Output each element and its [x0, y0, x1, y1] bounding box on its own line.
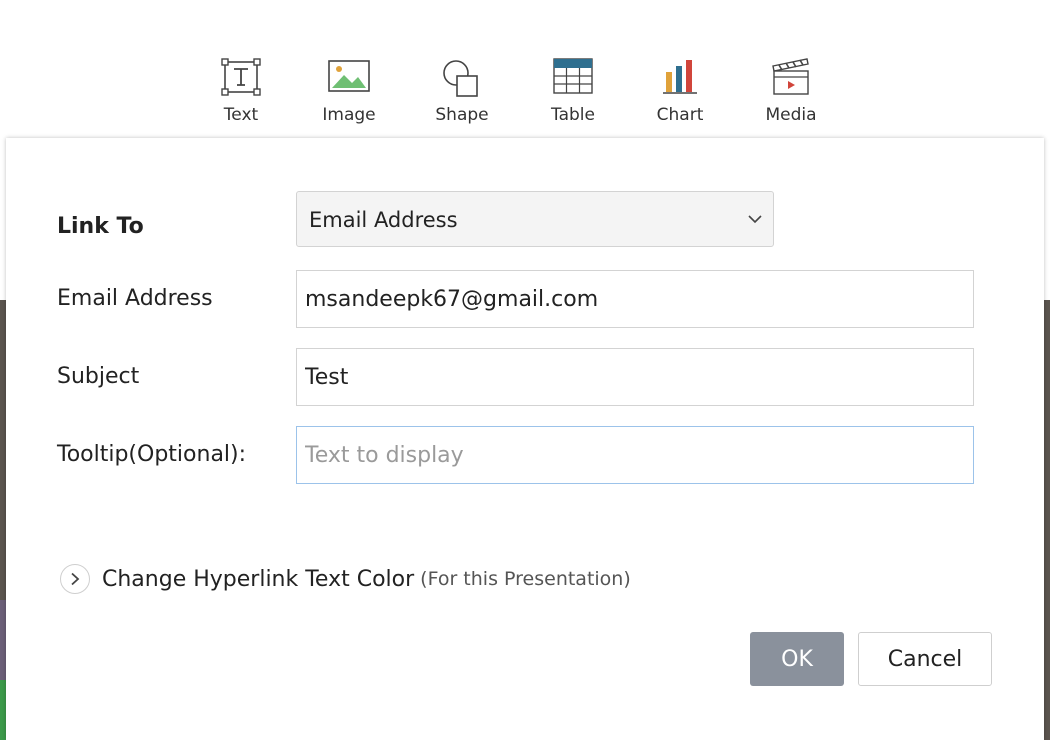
chevron-down-icon [748, 215, 762, 224]
toolbar-chart-button[interactable]: Chart [635, 58, 725, 125]
tooltip-input[interactable] [296, 426, 974, 484]
toolbar-table-button[interactable]: Table [528, 58, 618, 125]
image-icon [328, 60, 370, 92]
toolbar-table-label: Table [551, 105, 595, 125]
toolbar-media-button[interactable]: Media [746, 58, 836, 125]
subject-label: Subject [57, 364, 140, 389]
bar-chart-icon [663, 60, 697, 94]
text-box-icon [221, 58, 261, 96]
toolbar-shape-button[interactable]: Shape [417, 58, 507, 125]
link-to-select[interactable]: Email Address [296, 191, 774, 247]
link-to-selected-value: Email Address [309, 208, 458, 232]
hyperlink-color-label: Change Hyperlink Text Color [102, 566, 415, 592]
insert-toolbar: Text Image Shape Table Chart Media [0, 0, 1050, 138]
subject-input[interactable] [296, 348, 974, 406]
clapperboard-icon [772, 58, 809, 95]
ok-button[interactable]: OK [750, 632, 844, 686]
email-address-input[interactable] [296, 270, 974, 328]
hyperlink-color-note: (For this Presentation) [420, 568, 631, 590]
insert-link-dialog: Link To Email Address Email Address Subj… [6, 138, 1044, 740]
tooltip-label: Tooltip(Optional): [57, 442, 247, 467]
background-edge-right [1044, 300, 1050, 740]
toolbar-text-label: Text [223, 105, 259, 125]
toolbar-shape-label: Shape [435, 105, 489, 125]
toolbar-image-button[interactable]: Image [304, 58, 394, 125]
toolbar-text-button[interactable]: Text [196, 58, 286, 125]
shape-icon [443, 60, 478, 97]
toolbar-chart-label: Chart [656, 105, 704, 125]
toolbar-media-label: Media [765, 105, 817, 125]
table-icon [553, 58, 593, 94]
cancel-button[interactable]: Cancel [858, 632, 992, 686]
toolbar-image-label: Image [322, 105, 376, 125]
link-to-label: Link To [57, 214, 144, 239]
hyperlink-color-expander[interactable]: Change Hyperlink Text Color (For this Pr… [60, 564, 631, 594]
email-address-label: Email Address [57, 286, 213, 311]
chevron-right-icon [60, 564, 90, 594]
